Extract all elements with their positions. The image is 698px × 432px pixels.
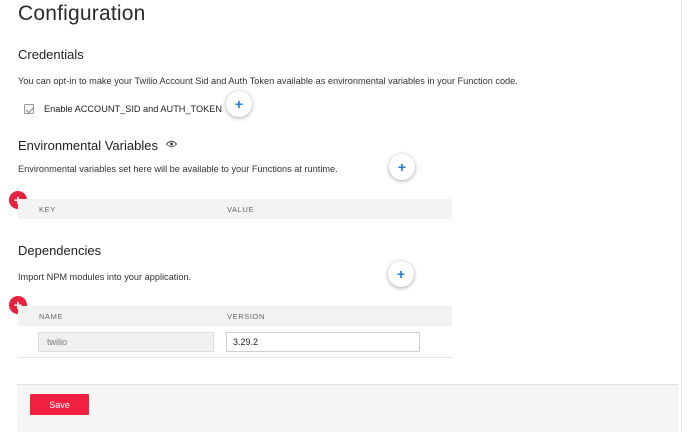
credentials-add-button[interactable]: + (226, 91, 252, 117)
plus-icon: + (397, 159, 407, 175)
footer-bar: Save (17, 384, 678, 432)
dependencies-title: Dependencies (18, 243, 102, 258)
dependencies-table-header: NAME VERSION (18, 306, 452, 326)
version-column-header: VERSION (227, 312, 265, 321)
enable-credentials-checkbox[interactable] (24, 104, 34, 114)
dependency-name-field: twilio (38, 332, 214, 352)
eye-icon[interactable] (165, 136, 177, 151)
credentials-title: Credentials (18, 47, 84, 62)
table-row: twilio 3.29.2 (18, 326, 452, 358)
save-button[interactable]: Save (30, 394, 89, 415)
dependency-version-input[interactable]: 3.29.2 (226, 332, 420, 352)
credentials-checkbox-row[interactable]: Enable ACCOUNT_SID and AUTH_TOKEN (24, 104, 222, 114)
content-right-border (681, 0, 682, 432)
enable-credentials-label: Enable ACCOUNT_SID and AUTH_TOKEN (44, 104, 223, 114)
key-column-header: KEY (39, 205, 56, 214)
env-vars-table-header: KEY VALUE (18, 199, 452, 219)
dependencies-description: Import NPM modules into your application… (18, 272, 192, 282)
env-vars-title-text: Environmental Variables (18, 138, 158, 153)
plus-icon: + (234, 96, 244, 112)
plus-icon: + (396, 266, 406, 282)
page-title: Configuration (18, 2, 146, 25)
env-vars-add-button[interactable]: + (389, 154, 415, 180)
name-column-header: NAME (39, 312, 64, 321)
value-column-header: VALUE (227, 205, 255, 214)
env-vars-description: Environmental variables set here will be… (18, 164, 338, 174)
dependencies-add-button[interactable]: + (388, 261, 414, 287)
credentials-description: You can opt-in to make your Twilio Accou… (18, 76, 518, 86)
env-vars-title: Environmental Variables (18, 136, 177, 153)
